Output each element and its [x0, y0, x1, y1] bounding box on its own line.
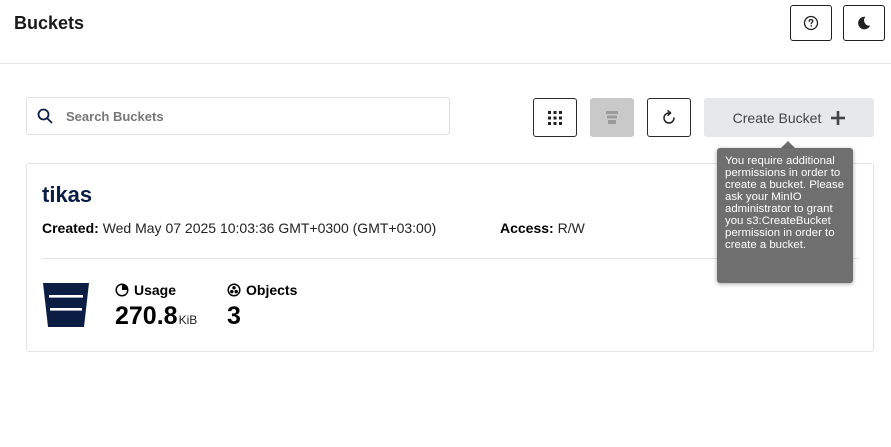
objects-icon	[227, 283, 241, 297]
tooltip-arrow	[781, 141, 795, 148]
refresh-button[interactable]	[647, 98, 691, 137]
created-value: Wed May 07 2025 10:03:36 GMT+0300 (GMT+0…	[102, 220, 437, 236]
refresh-icon	[661, 109, 677, 126]
help-circle-icon	[803, 15, 819, 31]
plus-icon	[831, 110, 846, 125]
search-icon	[37, 108, 53, 124]
create-bucket-button[interactable]: Create Bucket	[704, 98, 874, 137]
objects-value: 3	[227, 302, 241, 330]
page-title: Buckets	[14, 13, 85, 33]
usage-unit: KiB	[178, 313, 198, 327]
grid-icon	[548, 110, 562, 125]
objects-stat-label: Objects	[227, 282, 297, 298]
usage-stat-label: Usage	[115, 282, 176, 298]
bucket-access: Access: R/W	[500, 220, 585, 236]
usage-label: Usage	[134, 282, 177, 298]
bucket-created: Created: Wed May 07 2025 10:03:36 GMT+03…	[42, 220, 436, 236]
bucket-name[interactable]: tikas	[42, 182, 92, 208]
create-bucket-label: Create Bucket	[732, 109, 822, 126]
view-toggle-button[interactable]	[533, 98, 577, 137]
help-button[interactable]	[790, 5, 832, 41]
search-input[interactable]	[64, 107, 428, 125]
search-bar	[26, 97, 450, 135]
moon-icon	[856, 15, 872, 31]
bulk-actions-button[interactable]	[590, 98, 634, 137]
created-label: Created:	[42, 220, 99, 236]
bucket-icon	[42, 281, 90, 329]
page-header: Buckets	[0, 0, 891, 64]
permission-tooltip: You require additional permissions in or…	[717, 148, 853, 283]
usage-value-wrap: 270.8KiB	[115, 302, 197, 331]
stack-icon	[604, 110, 620, 126]
objects-label: Objects	[246, 282, 298, 298]
access-value: R/W	[557, 220, 585, 236]
pie-chart-icon	[115, 283, 129, 297]
access-label: Access:	[500, 220, 554, 236]
theme-toggle-button[interactable]	[843, 5, 885, 41]
usage-value: 270.8	[115, 302, 178, 330]
